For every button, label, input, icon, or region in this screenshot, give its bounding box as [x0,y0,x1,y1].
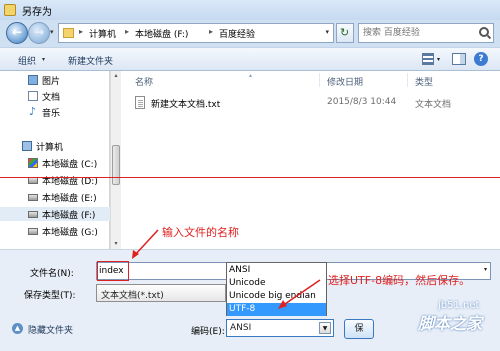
encoding-value: ANSI [230,323,252,333]
sidebar-item-drive-g[interactable]: 本地磁盘 (G:) [0,224,110,238]
sidebar-item-drive-d[interactable]: 本地磁盘 (D:) [0,173,110,187]
sidebar-item-label: 本地磁盘 (D:) [42,177,98,187]
preview-pane-icon[interactable] [452,53,466,65]
sidebar-item-drive-e[interactable]: 本地磁盘 (E:) [0,190,110,204]
encoding-dropdown-list: ANSI Unicode Unicode big endian UTF-8 [226,262,327,316]
chevron-down-icon[interactable]: ▼ [319,322,331,334]
breadcrumb-separator: ▸ [79,27,84,36]
column-header-type[interactable]: 类型 [415,75,433,88]
breadcrumb-computer[interactable]: 计算机 [89,27,116,40]
refresh-icon: ↻ [340,26,350,39]
sidebar-item-music[interactable]: ♪ 音乐 [0,105,110,119]
search-icon [479,27,489,37]
search-box[interactable] [358,23,494,43]
encoding-hint: 选择UTF-8编码，然后保存。 [328,274,471,287]
file-name: 新建文本文档.txt [151,100,221,110]
help-icon[interactable]: ? [474,52,488,66]
sidebar-item-label: 图片 [42,77,61,87]
organize-chevron-icon: ▾ [42,56,46,63]
filename-highlight [97,261,129,281]
filename-hint: 输入文件的名称 [162,226,239,239]
filename-label: 文件名(N): [30,269,74,279]
notepad-icon [4,4,16,16]
window-title: 另存为 [22,7,52,18]
sort-arrow-icon: ▴ [249,72,253,79]
breadcrumb-drive-f[interactable]: 本地磁盘 (F:) [135,27,188,40]
sidebar-item-drive-f[interactable]: 本地磁盘 (F:) [0,207,110,221]
sidebar-item-label: 本地磁盘 (E:) [42,194,97,204]
address-dropdown-icon[interactable]: ▾ [325,28,329,36]
organize-button[interactable]: 组织 [18,54,36,67]
column-divider[interactable] [407,73,408,87]
navigation-scrollbar[interactable]: ▴ ▾ [110,71,121,249]
view-chevron-icon[interactable]: ▾ [437,56,440,63]
address-bar[interactable]: ▸ 计算机 ▸ 本地磁盘 (F:) ▸ 百度经验 ▾ [58,23,334,43]
encoding-option-unicode-big-endian[interactable]: Unicode big endian [227,290,326,303]
scrollbar-thumb[interactable] [112,145,120,185]
search-input[interactable] [363,26,475,40]
filetype-select[interactable]: 文本文档(*.txt) [96,284,226,302]
file-type: 文本文档 [415,100,452,110]
recent-pages-chevron-icon[interactable]: ▾ [50,28,54,36]
command-toolbar: 组织 ▾ 新建文件夹 ▾ ? [0,47,500,71]
drive-icon [28,228,38,235]
pictures-icon [28,75,38,85]
view-options-icon[interactable] [422,53,434,65]
navigation-pane: 图片 文档 ♪ 音乐 计算机 本地磁盘 (C:) 本地磁盘 (D:) 本地磁盘 … [0,71,110,249]
address-row: ← → ▾ ▸ 计算机 ▸ 本地磁盘 (F:) ▸ 百度经验 ▾ ↻ [0,20,500,46]
system-drive-icon [28,158,38,168]
column-header-modified[interactable]: 修改日期 [327,75,363,88]
folder-icon [63,28,74,38]
column-header-name[interactable]: 名称 [135,75,153,88]
encoding-select[interactable]: ANSI ▼ [226,319,334,337]
sidebar-item-label: 音乐 [42,109,61,119]
encoding-option-utf8[interactable]: UTF-8 [227,303,326,316]
file-list: ▴ 名称 修改日期 类型 新建文本文档.txt 2015/8/3 10:44 文… [121,71,500,249]
sidebar-item-label: 文档 [42,93,61,103]
new-folder-button[interactable]: 新建文件夹 [68,54,113,67]
encoding-option-unicode[interactable]: Unicode [227,277,326,290]
breadcrumb-separator: ▸ [125,27,130,36]
sidebar-item-label: 本地磁盘 (G:) [42,228,98,238]
file-row[interactable]: 新建文本文档.txt 2015/8/3 10:44 文本文档 [131,95,491,111]
filetype-label: 保存类型(T): [24,291,76,301]
scroll-down-icon[interactable]: ▾ [112,240,120,248]
column-divider[interactable] [319,73,320,87]
drive-icon [28,211,38,218]
refresh-button[interactable]: ↻ [336,23,354,43]
breadcrumb-separator: ▸ [209,27,214,36]
drive-icon [28,177,38,184]
filename-dropdown-icon[interactable]: ▾ [484,266,487,273]
sidebar-item-drive-c[interactable]: 本地磁盘 (C:) [0,156,110,170]
documents-icon [28,91,38,101]
filetype-value: 文本文档(*.txt) [101,291,164,301]
chevron-up-icon: ▲ [12,323,23,334]
encoding-label: 编码(E): [191,327,225,337]
forward-arrow-icon: → [33,25,45,39]
watermark-brand: 脚本之家 [418,314,483,333]
sidebar-item-pictures[interactable]: 图片 [0,73,110,87]
title-bar: 另存为 [0,0,500,20]
sidebar-item-computer[interactable]: 计算机 [0,139,110,153]
computer-icon [22,141,32,151]
save-button[interactable]: 保 [344,319,374,339]
hide-folders-label: 隐藏文件夹 [28,326,74,336]
annotation-divider-line [0,177,500,178]
forward-button[interactable]: → [28,22,50,44]
encoding-option-ansi[interactable]: ANSI [227,264,326,277]
sidebar-item-label: 本地磁盘 (C:) [42,160,98,170]
back-arrow-icon: ← [11,25,23,39]
sidebar-item-documents[interactable]: 文档 [0,89,110,103]
breadcrumb-baidu-jingyan[interactable]: 百度经验 [219,27,255,40]
back-button[interactable]: ← [6,22,28,44]
drive-icon [28,194,38,201]
music-icon: ♪ [29,105,37,118]
sidebar-item-label: 本地磁盘 (F:) [42,211,96,221]
file-modified: 2015/8/3 10:44 [327,97,397,107]
sidebar-item-label: 计算机 [36,143,64,153]
text-file-icon [135,96,145,109]
scroll-up-icon[interactable]: ▴ [112,72,120,80]
